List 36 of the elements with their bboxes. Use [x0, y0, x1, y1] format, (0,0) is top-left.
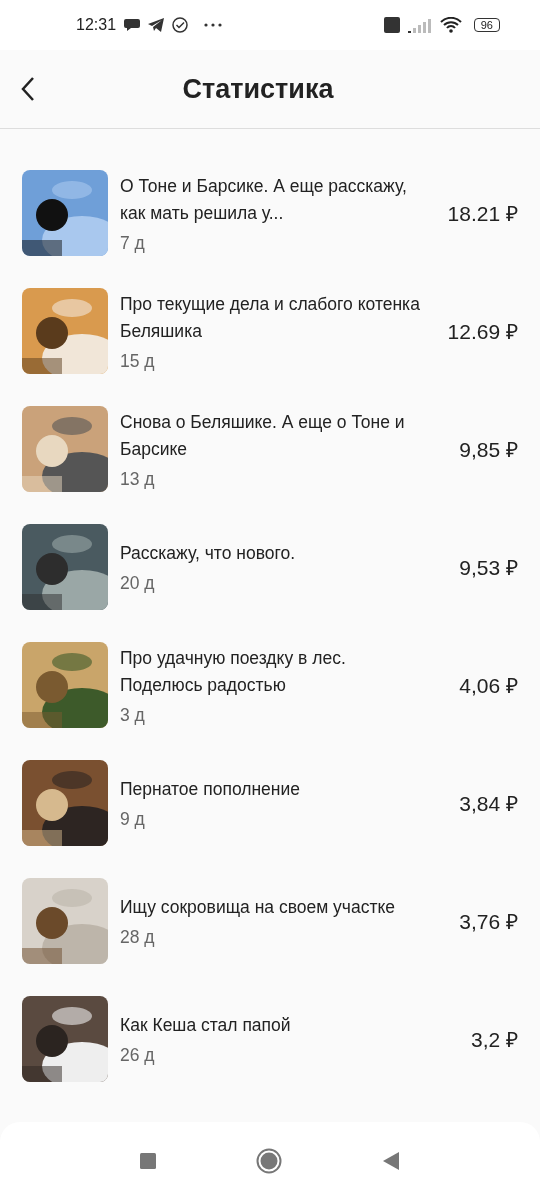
post-title[interactable]: Ищу сокровища на своем участке — [120, 894, 420, 921]
check-circle-icon — [172, 17, 189, 33]
post-income: 4,06 ₽ — [459, 673, 518, 699]
post-title[interactable]: Пернатое пополнение — [120, 776, 420, 803]
back-nav-icon[interactable] — [382, 1151, 400, 1171]
page-title: Статистика — [182, 73, 335, 105]
post-age: 13 д — [120, 468, 156, 490]
post-age: 26 д — [120, 1045, 156, 1066]
post-age: 9 д — [120, 809, 146, 830]
back-icon[interactable] — [20, 76, 36, 102]
signal-icon — [407, 17, 432, 33]
paper-plane-icon — [148, 18, 165, 32]
post-income: 9,85 ₽ — [459, 437, 518, 463]
post-age: 20 д — [120, 573, 156, 594]
post-title[interactable]: Снова о Беляшике. А еще о Тоне и Барсике — [120, 408, 420, 463]
post-income: 3,2 ₽ — [470, 1027, 518, 1053]
post-income: 3,84 ₽ — [459, 791, 518, 817]
post-income: 12.69 ₽ — [447, 319, 518, 345]
wifi-icon — [439, 17, 462, 33]
post-age: 7 д — [120, 232, 146, 254]
post-title[interactable]: Расскажу, что нового. — [120, 540, 420, 567]
post-age: 28 д — [120, 927, 156, 948]
chat-icon — [124, 18, 141, 32]
status-time: 12:31 — [76, 16, 117, 34]
battery-level: 96 — [473, 18, 500, 32]
post-income: 9,53 ₽ — [459, 555, 518, 581]
post-age: 15 д — [120, 350, 156, 372]
home-icon[interactable] — [256, 1148, 282, 1174]
post-income: 3,76 ₽ — [459, 909, 518, 935]
post-age: 3 д — [120, 704, 146, 726]
post-title[interactable]: Про текущие дела и слабого котенка Беляшика — [120, 290, 420, 345]
more-icon — [204, 23, 223, 27]
post-title[interactable]: Про удачную поездку в лес. Поделюсь радостью — [120, 644, 420, 699]
post-income: 18.21 ₽ — [447, 201, 518, 227]
post-title[interactable]: О Тоне и Барсике. А еще расскажу, как мать решила у... — [120, 172, 420, 227]
post-title[interactable]: Как Кеша стал папой — [120, 1012, 420, 1039]
